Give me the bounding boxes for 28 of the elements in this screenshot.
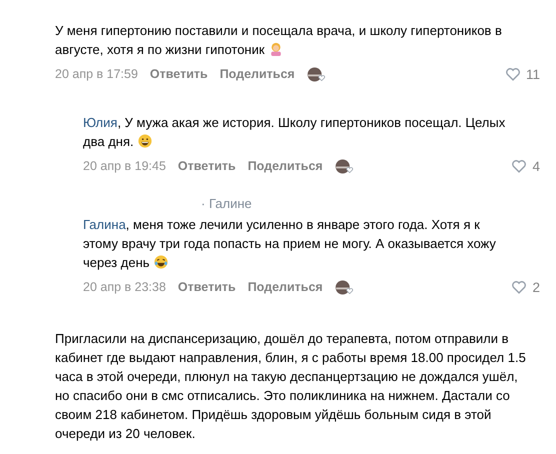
heart-icon: [511, 159, 528, 173]
comment-date: 20 апр в 23:38: [83, 280, 166, 294]
comment-text: Юлия, У мужа акая же история. Школу гипертоников посещал. Целых два дня.: [83, 114, 506, 151]
comment-text: Галина, меня тоже лечили усиленно в январе этого года. Хотя я к этому врачу три года попасть на прием не могу. А оказывается хожу через день: [83, 216, 497, 272]
liker-avatar-icon: [334, 280, 354, 294]
heart-icon: [511, 280, 528, 294]
liker-avatar-icon: [334, 158, 354, 174]
share-link[interactable]: Поделиться: [248, 280, 323, 294]
person-emoji-icon: [268, 42, 283, 56]
comment-text: Пригласили на диспансеризацию, дошёл до терапевта, потом отправили в кабинет где выдают направления, блин, я с работы время 18.00 просидел 1.5 часа в этой очереди, плюнул на такую деспанцертзацию не дождался ушёл, но спасибо они в смс отписались. Это поликлиника на нижнем. Дастали со своим 218 кабинетом. Придёшь здоровым уйдёшь больным сидя в этой очереди из 20 человек.: [55, 330, 527, 443]
share-link[interactable]: Поделиться: [248, 159, 323, 173]
liker-avatar-icon: [306, 66, 326, 82]
like-button[interactable]: 2: [511, 280, 540, 294]
like-button[interactable]: 11: [504, 66, 540, 82]
author-link[interactable]: Юлия: [83, 115, 118, 130]
reply-to-link[interactable]: · Галине: [201, 196, 542, 211]
share-link[interactable]: Поделиться: [220, 67, 295, 81]
author-link[interactable]: Галина: [83, 217, 126, 232]
like-button[interactable]: 4: [511, 158, 540, 174]
comment-text: У меня гипертонию поставили и посещала врача, и школу гипертоников в августе, хотя я по жизни гипотоник: [55, 22, 503, 59]
comment-date: 20 апр в 19:45: [83, 159, 166, 173]
heart-icon: [504, 67, 521, 81]
laughing-emoji-icon: [154, 255, 168, 269]
reply-link[interactable]: Ответить: [178, 159, 236, 173]
reply-link[interactable]: Ответить: [178, 280, 236, 294]
grinning-emoji-icon: [138, 134, 152, 148]
reply-link[interactable]: Ответить: [150, 67, 208, 81]
comment-date: 20 апр в 17:59: [55, 67, 138, 81]
